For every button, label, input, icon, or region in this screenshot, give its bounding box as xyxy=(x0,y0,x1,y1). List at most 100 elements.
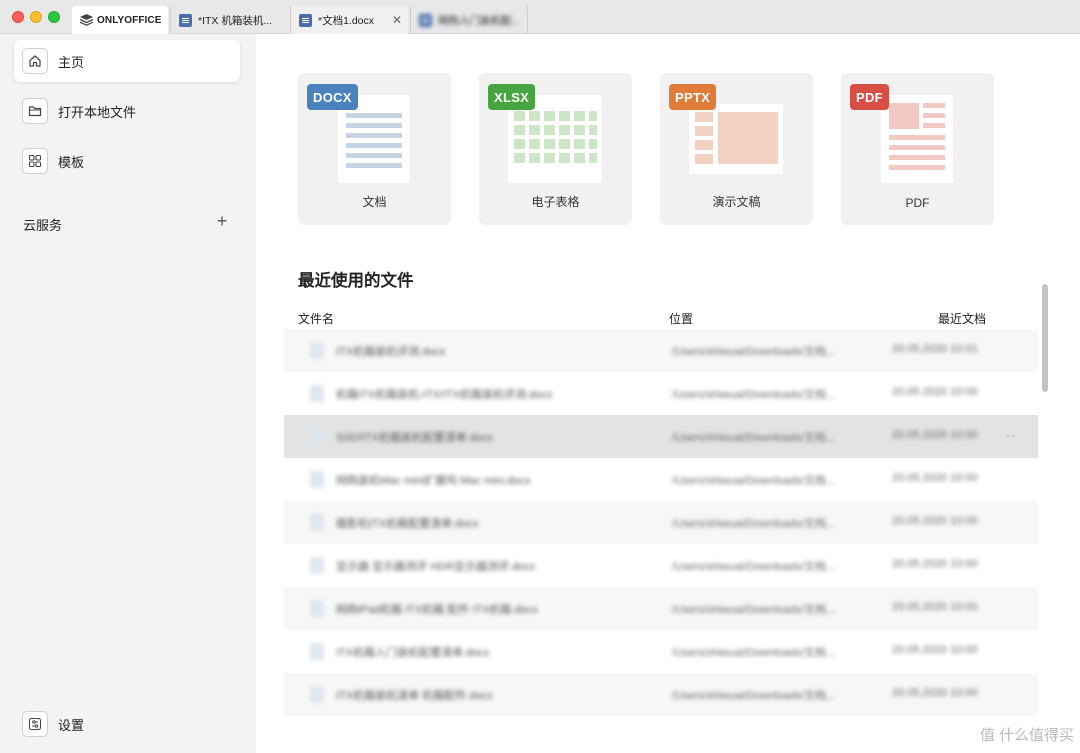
card-label: 演示文稿 xyxy=(712,195,761,209)
table-row[interactable]: 显示器 显示器测评 HDR显示器测评.docx /Users/shiwuai/D… xyxy=(284,544,1038,587)
tab-document-itx[interactable]: *ITX 机箱装机... xyxy=(170,6,288,34)
sidebar: 主页 打开本地文件 模板 云服务 + 设置 xyxy=(0,34,256,753)
pptx-badge: PPTX xyxy=(669,84,717,110)
create-spreadsheet-card[interactable]: XLSX 电子表格 xyxy=(479,73,632,225)
file-date: 20.05.2020 10:00 xyxy=(892,644,978,656)
sidebar-item-label: 设置 xyxy=(58,717,85,733)
sidebar-item-label: 主页 xyxy=(58,54,85,70)
file-name: ITX机箱装机清单 机箱配件.docx xyxy=(336,690,493,702)
tab-label: *ITX 机箱装机... xyxy=(198,14,273,27)
onlyoffice-logo-icon xyxy=(80,14,93,26)
document-file-icon xyxy=(310,342,324,359)
file-date: 20.05.2020 10:00 xyxy=(892,429,978,441)
tab-label: *文档1.docx xyxy=(318,14,375,27)
table-row[interactable]: 网购装机Mac mini扩展坞 Mac mini.docx /Users/shi… xyxy=(284,458,1038,501)
document-file-icon xyxy=(310,514,324,531)
file-date: 20.05.2020 10:00 xyxy=(892,558,978,570)
docx-badge: DOCX xyxy=(307,84,358,110)
settings-icon xyxy=(22,711,48,737)
close-window-button[interactable] xyxy=(12,11,24,23)
title-bar: ONLYOFFICE *ITX 机箱装机... *文档1.docx ✕ 网购入门… xyxy=(0,0,1080,34)
tab-document-blurred[interactable]: 网购入门装机配... xyxy=(410,6,528,34)
pdf-badge: PDF xyxy=(850,84,889,110)
tab-onlyoffice[interactable]: ONLYOFFICE xyxy=(72,6,168,34)
create-document-card[interactable]: DOCX 文档 xyxy=(298,73,451,225)
sidebar-item-open-local[interactable]: 打开本地文件 xyxy=(14,90,240,132)
file-location: /Users/shiwuai/Downloads/文档... xyxy=(672,518,836,530)
home-icon xyxy=(22,48,48,74)
sidebar-item-label: 模板 xyxy=(58,154,85,170)
file-location: /Users/shiwuai/Downloads/文档... xyxy=(672,346,836,358)
file-date: 20.05.2020 10:01 xyxy=(892,343,978,355)
table-row[interactable]: 机箱ITX机箱装机-ITX/ITX机箱装机评测.docx /Users/shiw… xyxy=(284,372,1038,415)
grid-icon xyxy=(22,148,48,174)
recent-files-scrollbar[interactable] xyxy=(1042,272,1048,718)
file-name: 网购装机Mac mini扩展坞 Mac mini.docx xyxy=(336,475,531,487)
document-icon xyxy=(299,13,312,27)
file-name: SSD/ITX机箱装机配置清单.docx xyxy=(336,432,494,444)
recent-files-list: ITX机箱装机评测.docx /Users/shiwuai/Downloads/… xyxy=(284,329,1038,749)
document-file-icon xyxy=(310,600,324,617)
card-label: 文档 xyxy=(362,195,387,209)
file-location: /Users/shiwuai/Downloads/文档... xyxy=(672,389,836,401)
app-window: ONLYOFFICE *ITX 机箱装机... *文档1.docx ✕ 网购入门… xyxy=(0,0,1080,753)
file-location: /Users/shiwuai/Downloads/文档... xyxy=(672,690,836,702)
document-file-icon xyxy=(310,385,324,402)
table-row-selected[interactable]: SSD/ITX机箱装机配置清单.docx /Users/shiwuai/Down… xyxy=(284,415,1038,458)
tab-label: 网购入门装机配... xyxy=(438,14,521,27)
file-location: /Users/shiwuai/Downloads/文档... xyxy=(672,647,836,659)
tab-label: ONLYOFFICE xyxy=(97,14,162,26)
document-icon xyxy=(419,13,432,27)
recent-files-title: 最近使用的文件 xyxy=(298,272,414,290)
minimize-window-button[interactable] xyxy=(30,11,42,23)
document-icon xyxy=(179,13,192,27)
file-name: 机箱ITX机箱装机-ITX/ITX机箱装机评测.docx xyxy=(336,389,553,401)
column-header-date[interactable]: 最近文档 xyxy=(938,310,986,327)
file-date: 20.05.2020 10:00 xyxy=(892,601,978,613)
file-name: ITX机箱装机评测.docx xyxy=(336,346,446,358)
table-row[interactable]: 网购iPad机箱 ITX机箱 配件 ITX机箱.docx /Users/shiw… xyxy=(284,587,1038,630)
document-file-icon xyxy=(310,471,324,488)
document-file-icon xyxy=(310,686,324,703)
file-date: 20.05.2020 10:00 xyxy=(892,472,978,484)
folder-icon xyxy=(22,98,48,124)
add-cloud-button[interactable]: + xyxy=(212,211,232,232)
sidebar-item-templates[interactable]: 模板 xyxy=(14,140,240,182)
create-presentation-card[interactable]: PPTX 演示文稿 xyxy=(660,73,813,225)
scrollbar-thumb[interactable] xyxy=(1042,284,1048,392)
tab-document-current[interactable]: *文档1.docx ✕ xyxy=(290,6,408,34)
file-location: /Users/shiwuai/Downloads/文档... xyxy=(672,475,836,487)
file-name: 摄影机ITX机箱配置清单.docx xyxy=(336,518,479,530)
pdf-thumbnail-icon xyxy=(881,95,953,183)
more-options-button[interactable]: ·· xyxy=(1006,428,1016,442)
sidebar-item-settings[interactable]: 设置 xyxy=(14,703,240,745)
file-date: 20.05.2020 10:00 xyxy=(892,386,978,398)
file-name: 网购iPad机箱 ITX机箱 配件 ITX机箱.docx xyxy=(336,604,538,616)
column-header-name[interactable]: 文件名 xyxy=(298,310,334,327)
file-name: 显示器 显示器测评 HDR显示器测评.docx xyxy=(336,561,536,573)
document-file-icon xyxy=(310,557,324,574)
document-file-icon xyxy=(310,643,324,660)
table-row[interactable]: 摄影机ITX机箱配置清单.docx /Users/shiwuai/Downloa… xyxy=(284,501,1038,544)
cloud-services-label: 云服务 xyxy=(23,218,63,233)
sidebar-item-home[interactable]: 主页 xyxy=(14,40,240,82)
file-location: /Users/shiwuai/Downloads/文档... xyxy=(672,432,836,444)
column-header-location[interactable]: 位置 xyxy=(669,310,693,327)
presentation-thumbnail-icon xyxy=(689,104,783,174)
file-location: /Users/shiwuai/Downloads/文档... xyxy=(672,604,836,616)
xlsx-badge: XLSX xyxy=(488,84,536,110)
card-label: PDF xyxy=(905,196,930,210)
document-file-icon xyxy=(310,428,324,445)
create-pdf-card[interactable]: PDF PDF xyxy=(841,73,994,225)
close-tab-icon[interactable]: ✕ xyxy=(392,13,402,27)
table-row[interactable]: ITX机箱装机清单 机箱配件.docx /Users/shiwuai/Downl… xyxy=(284,673,1038,716)
file-date: 20.05.2020 10:00 xyxy=(892,687,978,699)
file-location: /Users/shiwuai/Downloads/文档... xyxy=(672,561,836,573)
card-label: 电子表格 xyxy=(531,195,580,209)
table-row[interactable]: ITX机箱入门装机配置清单.docx /Users/shiwuai/Downlo… xyxy=(284,630,1038,673)
file-date: 20.05.2020 10:00 xyxy=(892,515,978,527)
table-row[interactable]: ITX机箱装机评测.docx /Users/shiwuai/Downloads/… xyxy=(284,329,1038,372)
file-name: ITX机箱入门装机配置清单.docx xyxy=(336,647,490,659)
main-content: DOCX 文档 XLSX 电子表格 PPTX 演示文稿 PDF PDF 最近使用… xyxy=(256,34,1080,753)
fullscreen-window-button[interactable] xyxy=(48,11,60,23)
